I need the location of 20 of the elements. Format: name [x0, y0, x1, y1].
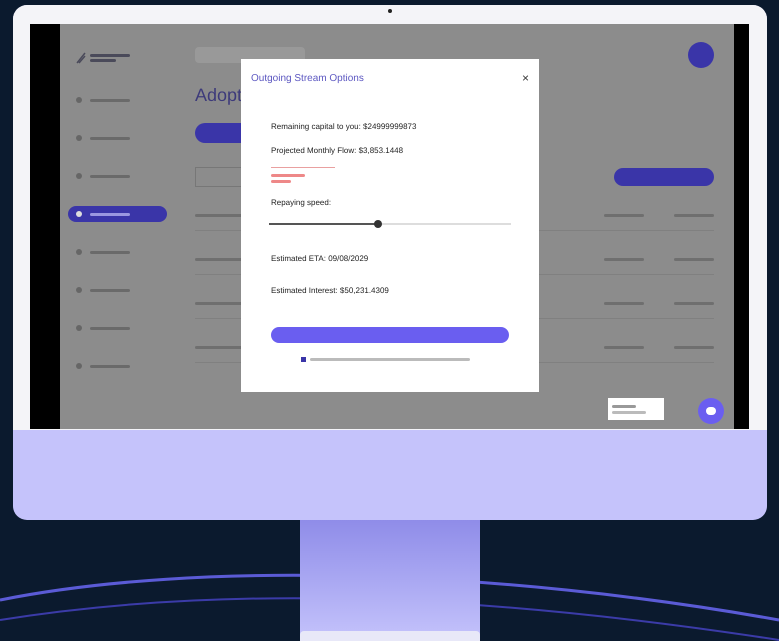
blurred-text	[90, 59, 116, 62]
blurred-text	[271, 174, 305, 177]
blurred-text	[612, 404, 636, 408]
blurred-text	[612, 410, 646, 414]
slider-label: Repaying speed:	[271, 197, 332, 209]
close-button[interactable]: ×	[522, 69, 529, 87]
logo-icon	[76, 52, 86, 64]
slider-thumb[interactable]	[374, 220, 382, 228]
modal-title: Outgoing Stream Options	[251, 72, 364, 86]
info-text: Remaining capital to you: $24999999873	[271, 121, 418, 133]
info-text: Projected Monthly Flow: $3,853.1448	[271, 145, 404, 157]
checkbox[interactable]	[301, 357, 306, 362]
action-button[interactable]	[614, 168, 714, 186]
page-heading: Adopt	[195, 84, 244, 107]
result-text: Estimated ETA: 09/08/2029	[271, 253, 370, 265]
blurred-text	[271, 180, 291, 183]
sidebar-item[interactable]	[68, 206, 167, 222]
avatar[interactable]	[688, 42, 714, 68]
blurred-text	[90, 54, 130, 57]
result-text: Estimated Interest: $50,231.4309	[271, 285, 390, 297]
